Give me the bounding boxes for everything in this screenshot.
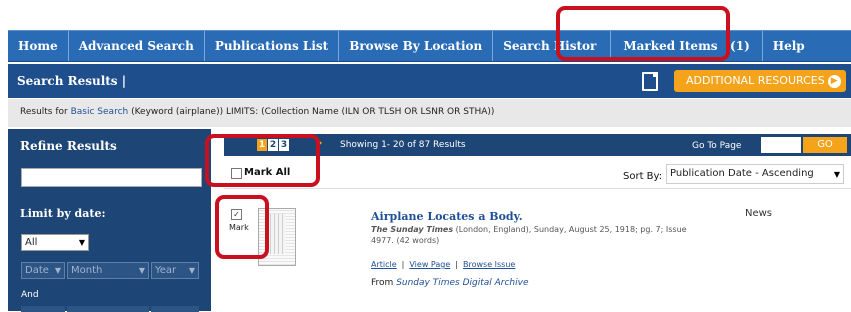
results-for-suffix: (Keyword (airplane)) LIMITS: (Collection… — [128, 107, 495, 117]
article-link[interactable]: Article — [371, 260, 397, 269]
date-day-select[interactable]: Date ▼ — [21, 262, 65, 279]
date-year-select[interactable]: Year ▼ — [151, 262, 199, 279]
result-from-line: From Sunday Times Digital Archive — [371, 278, 529, 288]
chevron-down-icon: ▼ — [78, 238, 85, 247]
date-year-value: Year — [155, 265, 177, 276]
basic-search-link[interactable]: Basic Search — [71, 107, 129, 117]
view-page-link[interactable]: View Page — [409, 260, 450, 269]
date-select-partial[interactable] — [67, 306, 149, 312]
chevron-down-icon: ▼ — [833, 170, 840, 179]
nav-help[interactable]: Help — [763, 31, 851, 61]
limit-by-date-label: Limit by date: — [20, 207, 106, 220]
results-for-prefix: Results for — [20, 107, 71, 117]
date-range-value: All — [25, 237, 38, 248]
search-results-title: Search Results | — [17, 74, 127, 88]
go-to-page-label: Go To Page — [692, 141, 742, 151]
sort-by-value: Publication Date - Ascending — [670, 168, 814, 179]
refine-sidebar — [8, 129, 211, 311]
arrow-right-circle-icon: ▶ — [827, 74, 841, 88]
page-thumbnail-columns — [266, 214, 286, 254]
document-icon[interactable] — [642, 72, 658, 91]
nav-publications-list[interactable]: Publications List — [205, 31, 340, 61]
sort-by-select[interactable]: Publication Date - Ascending ▼ — [666, 164, 844, 184]
highlight-box-marked-items — [556, 6, 730, 61]
result-citation: The Sunday Times (London, England), Sund… — [371, 224, 711, 246]
result-type-label: News — [745, 208, 773, 219]
sort-by-label: Sort By: — [623, 171, 663, 182]
date-select-partial[interactable] — [151, 306, 199, 312]
result-title-link[interactable]: Airplane Locates a Body. — [371, 210, 523, 223]
date-month-select[interactable]: Month ▼ — [67, 262, 149, 279]
date-day-value: Date — [25, 265, 49, 276]
refine-results-title: Refine Results — [20, 139, 117, 153]
from-label: From — [371, 278, 394, 288]
refine-search-input[interactable] — [21, 168, 202, 187]
result-links: Article | View Page | Browse Issue — [371, 260, 515, 269]
browse-issue-link[interactable]: Browse Issue — [463, 260, 515, 269]
go-button[interactable]: GO — [803, 137, 847, 153]
highlight-box-mark-all — [205, 134, 320, 187]
additional-resources-label: ADDITIONAL RESOURCES — [686, 74, 825, 87]
date-select-partial[interactable] — [21, 306, 65, 312]
result-source: The Sunday Times — [371, 225, 454, 234]
nav-browse-by-location[interactable]: Browse By Location — [339, 31, 494, 61]
link-separator: | — [401, 260, 405, 269]
archive-link[interactable]: Sunday Times Digital Archive — [396, 278, 528, 288]
link-separator: | — [455, 260, 458, 269]
date-range-select[interactable]: All ▼ — [21, 234, 89, 251]
chevron-down-icon: ▼ — [54, 266, 61, 275]
chevron-down-icon: ▼ — [138, 266, 145, 275]
results-count: Showing 1- 20 of 87 Results — [340, 140, 466, 150]
nav-home[interactable]: Home — [8, 31, 69, 61]
results-for-text: Results for Basic Search (Keyword (airpl… — [20, 107, 494, 117]
and-label: And — [21, 290, 39, 300]
go-to-page-input[interactable] — [761, 137, 801, 153]
nav-advanced-search[interactable]: Advanced Search — [69, 31, 205, 61]
additional-resources-button[interactable]: ADDITIONAL RESOURCES ▶ — [674, 70, 846, 92]
highlight-box-mark-item — [215, 195, 269, 259]
chevron-down-icon: ▼ — [188, 266, 195, 275]
date-month-value: Month — [71, 265, 103, 276]
